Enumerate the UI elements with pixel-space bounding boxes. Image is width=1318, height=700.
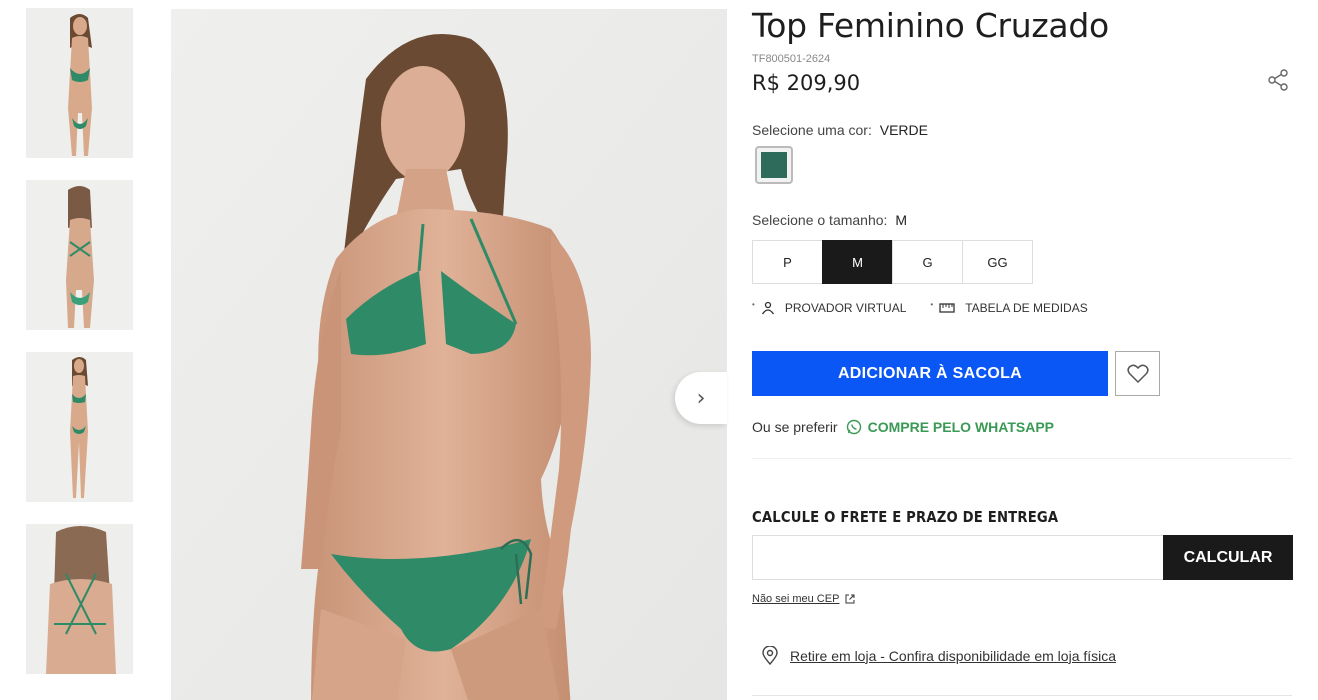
selected-color: VERDE [879, 122, 928, 138]
selected-size: M [895, 212, 907, 228]
bullet-dot: • [930, 299, 934, 309]
product-sku: TF800501-2624 [752, 53, 831, 65]
size-options: P M G GG [752, 240, 1033, 284]
whatsapp-section: Ou se preferir COMPRE PELO WHATSAPP [752, 419, 1054, 435]
model-side-image [26, 352, 133, 502]
share-icon[interactable] [1267, 69, 1289, 91]
model-back-image [26, 180, 133, 330]
virtual-fitting-link[interactable]: • PROVADOR VIRTUAL [752, 299, 907, 316]
size-option-gg[interactable]: GG [962, 240, 1033, 284]
product-price: R$ 209,90 [752, 71, 861, 95]
size-selector-label: Selecione o tamanho: M [752, 212, 907, 228]
model-back-closeup-image [26, 524, 133, 674]
whatsapp-icon [846, 419, 861, 435]
color-swatch-verde[interactable] [755, 146, 793, 184]
store-pickup: Retire em loja - Confira disponibilidade… [762, 646, 1116, 665]
ruler-icon [939, 303, 955, 313]
cep-input[interactable] [752, 535, 1164, 580]
color-label-text: Selecione uma cor: [752, 122, 872, 138]
dont-know-cep-link[interactable]: Não sei meu CEP [752, 593, 855, 605]
virtual-fitting-label: PROVADOR VIRTUAL [784, 301, 907, 315]
size-option-p[interactable]: P [752, 240, 823, 284]
whatsapp-prefix: Ou se preferir [752, 419, 838, 435]
size-chart-label: TABELA DE MEDIDAS [965, 301, 1088, 315]
swatch-fill [761, 152, 787, 178]
external-link-icon [845, 594, 855, 604]
divider [752, 458, 1292, 459]
whatsapp-link[interactable]: COMPRE PELO WHATSAPP [846, 419, 1054, 435]
thumbnail-list [26, 8, 133, 696]
thumbnail-1[interactable] [26, 8, 133, 158]
add-to-bag-button[interactable]: ADICIONAR À SACOLA [752, 351, 1108, 396]
wishlist-button[interactable] [1115, 351, 1160, 396]
color-selector-label: Selecione uma cor: VERDE [752, 122, 928, 138]
bullet-dot: • [752, 299, 755, 309]
model-front-image [26, 8, 133, 158]
divider [752, 695, 1292, 696]
thumbnail-4[interactable] [26, 524, 133, 674]
size-chart-link[interactable]: • TABELA DE MEDIDAS [930, 299, 1088, 316]
size-tools: • PROVADOR VIRTUAL • TABELA DE MEDIDAS [752, 299, 1112, 316]
location-pin-icon [762, 646, 778, 665]
whatsapp-label: COMPRE PELO WHATSAPP [867, 419, 1055, 435]
thumbnail-2[interactable] [26, 180, 133, 330]
dont-know-cep-label: Não sei meu CEP [752, 593, 840, 605]
calculate-button[interactable]: CALCULAR [1163, 535, 1293, 580]
store-pickup-link[interactable]: Retire em loja - Confira disponibilidade… [790, 648, 1116, 664]
next-image-button[interactable]: › [675, 372, 727, 424]
heart-icon [1126, 364, 1149, 383]
chevron-right-icon: › [696, 385, 706, 411]
product-title: Top Feminino Cruzado [752, 6, 1109, 45]
size-option-g[interactable]: G [892, 240, 963, 284]
thumbnail-3[interactable] [26, 352, 133, 502]
main-product-image [171, 9, 727, 700]
size-option-m[interactable]: M [822, 240, 893, 284]
shipping-title: CALCULE O FRETE E PRAZO DE ENTREGA [752, 508, 1059, 526]
size-label-text: Selecione o tamanho: [752, 212, 888, 228]
person-icon [761, 301, 774, 315]
model-photo [171, 9, 727, 700]
